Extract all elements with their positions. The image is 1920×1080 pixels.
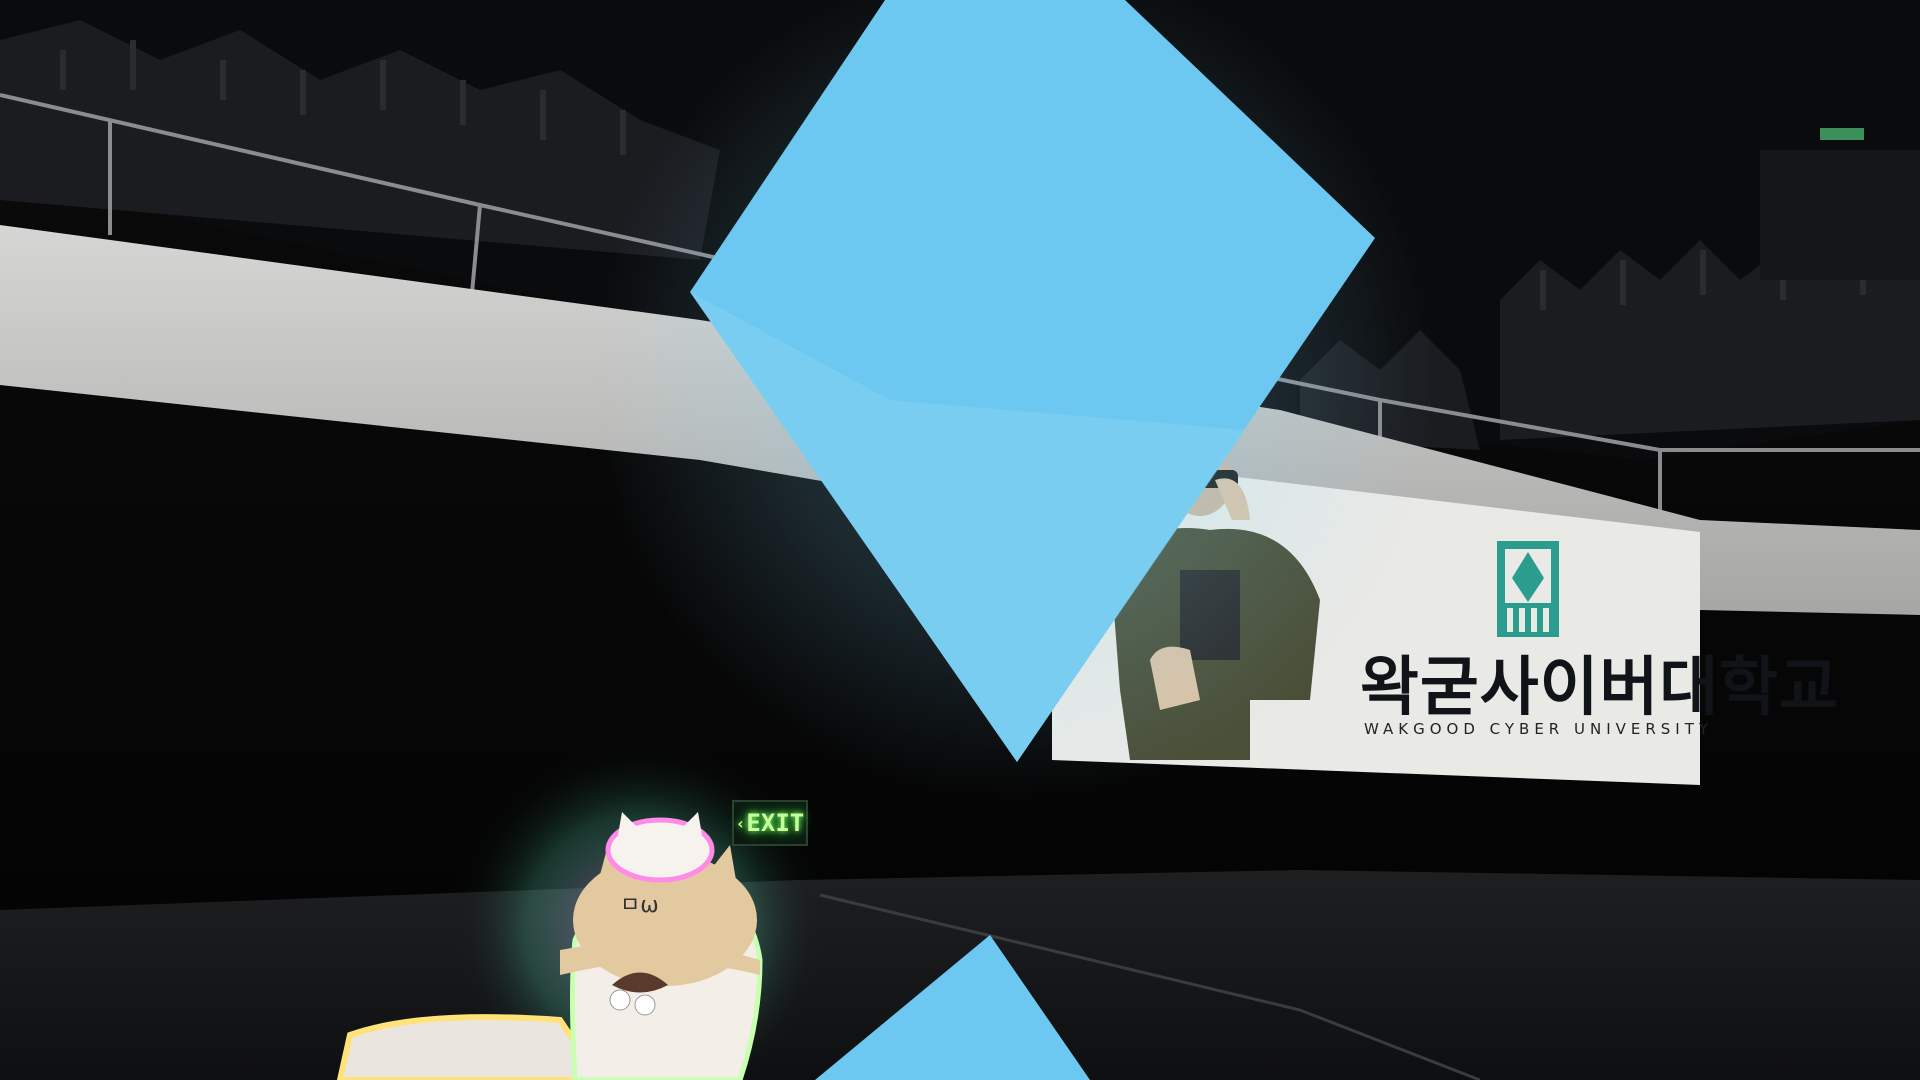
exit-label: EXIT xyxy=(746,809,805,837)
game-viewport[interactable]: ㅁω ‹ EXIT 왁굳사이버대학교 WAKGOOD CYBER UNIVERS… xyxy=(0,0,1920,1080)
arena-scene: ㅁω xyxy=(0,0,1920,1080)
svg-text:ㅁω: ㅁω xyxy=(620,893,659,918)
exit-sign: ‹ EXIT xyxy=(732,800,808,846)
university-name-korean: 왁굳사이버대학교 xyxy=(1360,651,1840,725)
emergency-light xyxy=(1820,128,1864,140)
university-logo-icon xyxy=(1497,541,1559,637)
university-name-english: WAKGOOD CYBER UNIVERSITY xyxy=(1364,720,1714,738)
exit-arrow-icon: ‹ xyxy=(735,813,746,833)
upper-structure xyxy=(1760,150,1920,280)
